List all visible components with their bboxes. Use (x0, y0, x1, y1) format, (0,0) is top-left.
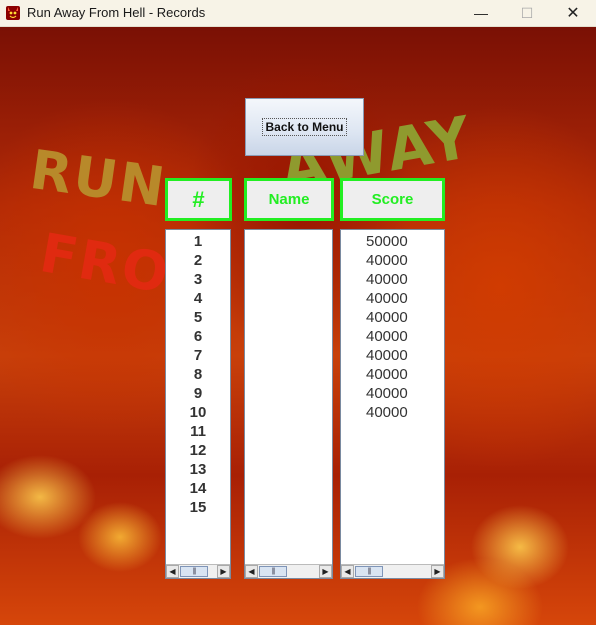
score-item[interactable]: 40000 (341, 384, 444, 403)
name-horizontal-scrollbar[interactable]: ◀ ||| ▶ (245, 564, 332, 578)
maximize-button[interactable]: ☐ (504, 0, 550, 26)
rank-item[interactable]: 11 (166, 422, 230, 441)
rank-horizontal-scrollbar[interactable]: ◀ ||| ▶ (166, 564, 230, 578)
title-bar: Run Away From Hell - Records — ☐ ✕ (0, 0, 596, 27)
scroll-thumb[interactable]: ||| (180, 566, 208, 577)
rank-item[interactable]: 10 (166, 403, 230, 422)
name-rows (245, 230, 332, 232)
background-title-from: FRO (35, 221, 175, 306)
rank-item[interactable]: 5 (166, 308, 230, 327)
scroll-left-arrow-icon[interactable]: ◀ (245, 565, 258, 578)
rank-item[interactable]: 8 (166, 365, 230, 384)
score-item[interactable]: 40000 (341, 308, 444, 327)
rank-rows: 1 2 3 4 5 6 7 8 9 10 11 12 13 14 15 (166, 230, 230, 517)
close-button[interactable]: ✕ (550, 0, 596, 26)
rank-item[interactable]: 4 (166, 289, 230, 308)
scroll-thumb[interactable]: ||| (355, 566, 383, 577)
rank-item[interactable]: 14 (166, 479, 230, 498)
scroll-right-arrow-icon[interactable]: ▶ (431, 565, 444, 578)
score-item[interactable]: 40000 (341, 346, 444, 365)
background-title-run: RUN (26, 137, 171, 220)
rank-item[interactable]: 3 (166, 270, 230, 289)
rank-item[interactable]: 13 (166, 460, 230, 479)
window-title: Run Away From Hell - Records (27, 5, 206, 20)
rank-item[interactable]: 6 (166, 327, 230, 346)
scroll-left-arrow-icon[interactable]: ◀ (341, 565, 354, 578)
score-item[interactable]: 40000 (341, 403, 444, 422)
rank-item[interactable]: 2 (166, 251, 230, 270)
back-to-menu-label: Back to Menu (262, 118, 347, 136)
rank-list[interactable]: 1 2 3 4 5 6 7 8 9 10 11 12 13 14 15 ◀ ||| ▶ (165, 229, 231, 579)
score-list[interactable]: 50000 40000 40000 40000 40000 40000 40000 40000… (340, 229, 445, 579)
name-list[interactable]: ◀ ||| ▶ (244, 229, 333, 579)
score-horizontal-scrollbar[interactable]: ◀ ||| ▶ (341, 564, 444, 578)
records-panel: RUN AWAY FRO L Back to Menu # Name Score… (0, 27, 596, 625)
score-item[interactable]: 40000 (341, 251, 444, 270)
rank-column-header: # (165, 178, 232, 221)
score-item[interactable]: 40000 (341, 365, 444, 384)
rank-item[interactable]: 12 (166, 441, 230, 460)
rank-item[interactable]: 9 (166, 384, 230, 403)
score-item[interactable]: 50000 (341, 232, 444, 251)
rank-item[interactable]: 15 (166, 498, 230, 517)
scroll-left-arrow-icon[interactable]: ◀ (166, 565, 179, 578)
app-devil-icon (6, 6, 20, 20)
name-column-header: Name (244, 178, 334, 221)
scroll-thumb[interactable]: ||| (259, 566, 287, 577)
minimize-button[interactable]: — (458, 0, 504, 26)
rank-item[interactable]: 7 (166, 346, 230, 365)
score-item[interactable]: 40000 (341, 289, 444, 308)
scroll-right-arrow-icon[interactable]: ▶ (319, 565, 332, 578)
rank-item[interactable]: 1 (166, 232, 230, 251)
scroll-right-arrow-icon[interactable]: ▶ (217, 565, 230, 578)
score-item[interactable]: 40000 (341, 327, 444, 346)
score-item[interactable]: 40000 (341, 270, 444, 289)
back-to-menu-button[interactable]: Back to Menu (245, 98, 364, 156)
score-column-header: Score (340, 178, 445, 221)
score-rows: 50000 40000 40000 40000 40000 40000 40000 40000… (341, 230, 444, 422)
